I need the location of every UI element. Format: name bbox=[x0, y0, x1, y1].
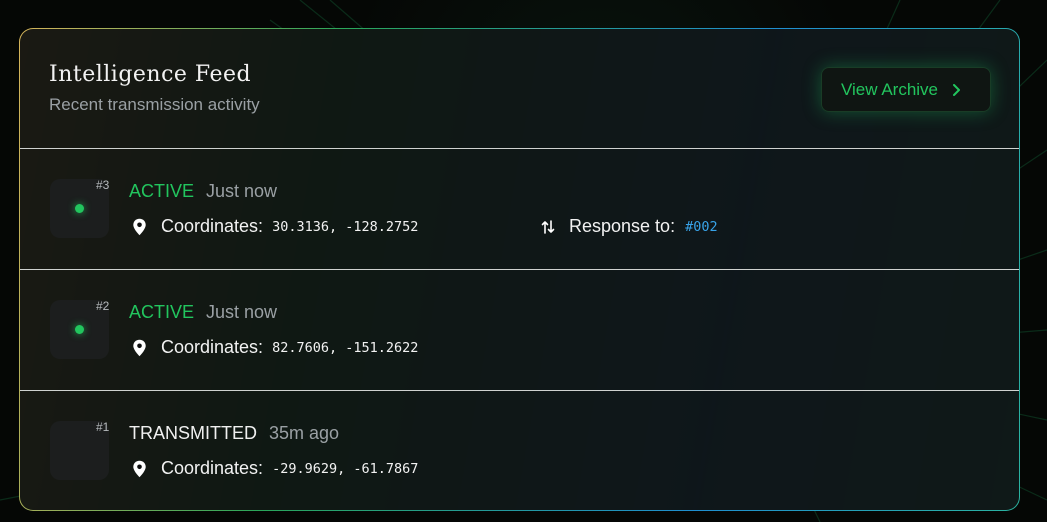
coordinates-label: Coordinates: bbox=[161, 458, 264, 478]
swap-arrows-icon bbox=[541, 218, 555, 236]
card-header: Intelligence Feed Recent transmission ac… bbox=[20, 29, 1019, 149]
active-dot-icon bbox=[75, 204, 84, 213]
status-badge: TRANSMITTED bbox=[129, 423, 257, 443]
view-archive-label: View Archive bbox=[841, 79, 939, 99]
timestamp: 35m ago bbox=[269, 423, 340, 443]
map-pin-icon bbox=[132, 460, 147, 478]
feed-item[interactable]: #2 ACTIVE Just now Coordinates: 82.7606, … bbox=[20, 270, 1019, 391]
coordinates-label: Coordinates: bbox=[161, 216, 264, 236]
page-title: Intelligence Feed bbox=[49, 62, 252, 87]
status-line: ACTIVE Just now bbox=[129, 302, 277, 323]
feed-item[interactable]: #1 TRANSMITTED 35m ago Coordinates: -29.9… bbox=[20, 391, 1019, 510]
page-subtitle: Recent transmission activity bbox=[49, 95, 260, 114]
active-dot-icon bbox=[75, 325, 84, 334]
status-line: ACTIVE Just now bbox=[129, 181, 277, 202]
feed-item-number: #1 bbox=[96, 420, 110, 434]
coordinates-value: 30.3136, -128.2752 bbox=[272, 218, 419, 235]
coordinates-line: Coordinates: -29.9629, -61.7867 bbox=[132, 458, 418, 479]
status-badge: ACTIVE bbox=[129, 302, 195, 322]
feed-item-number: #2 bbox=[96, 299, 110, 313]
intelligence-feed-card: Intelligence Feed Recent transmission ac… bbox=[19, 28, 1020, 511]
coordinates-label: Coordinates: bbox=[161, 337, 264, 357]
coordinates-value: 82.7606, -151.2622 bbox=[272, 339, 419, 356]
response-line: Response to: #002 bbox=[541, 216, 718, 237]
map-pin-icon bbox=[132, 218, 147, 236]
feed-item[interactable]: #3 ACTIVE Just now Coordinates: 30.3136, … bbox=[20, 149, 1019, 270]
timestamp: Just now bbox=[206, 181, 278, 201]
card-body: Intelligence Feed Recent transmission ac… bbox=[20, 29, 1019, 510]
coordinates-line: Coordinates: 82.7606, -151.2622 bbox=[132, 337, 418, 358]
view-archive-button[interactable]: View Archive bbox=[821, 67, 991, 112]
status-badge: ACTIVE bbox=[129, 181, 195, 201]
response-reference-link[interactable]: #002 bbox=[685, 219, 718, 235]
coordinates-line: Coordinates: 30.3136, -128.2752 bbox=[132, 216, 418, 237]
feed-item-number: #3 bbox=[96, 178, 110, 192]
chevron-right-icon bbox=[952, 83, 961, 96]
response-label: Response to: bbox=[569, 216, 676, 236]
timestamp: Just now bbox=[206, 302, 278, 322]
map-pin-icon bbox=[132, 339, 147, 357]
coordinates-value: -29.9629, -61.7867 bbox=[272, 460, 419, 477]
status-line: TRANSMITTED 35m ago bbox=[129, 423, 339, 444]
